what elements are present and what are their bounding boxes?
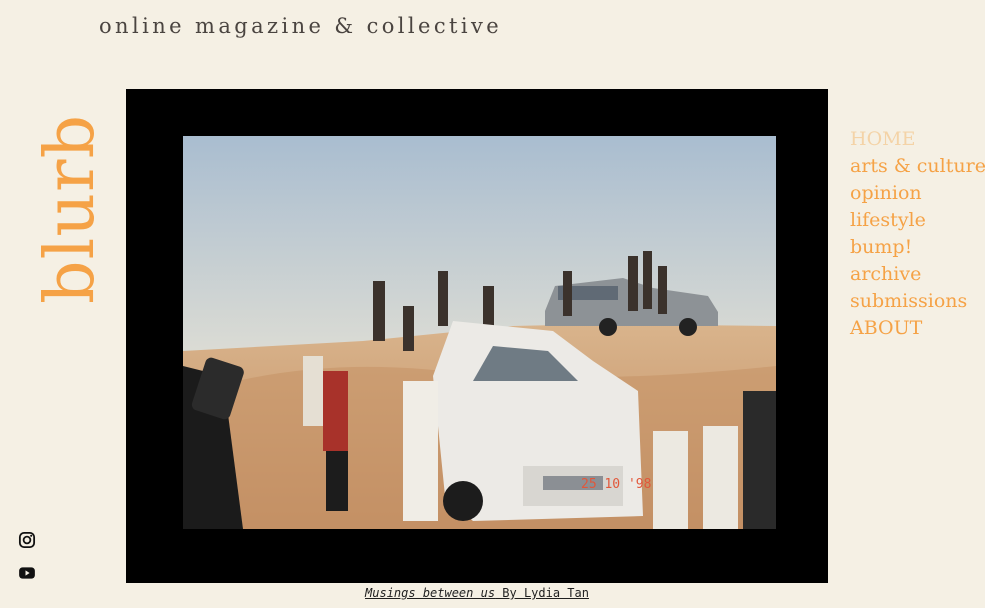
featured-photo[interactable]: 25 10 '98 [183, 136, 776, 529]
article-link[interactable]: Musings between us By Lydia Tan [365, 586, 589, 600]
nav-item-opinion[interactable]: opinion [850, 180, 985, 207]
site-tagline: online magazine & collective [99, 14, 503, 38]
photo-caption: Musings between us By Lydia Tan [126, 586, 828, 600]
site-logo[interactable]: blurb [31, 114, 110, 304]
photo-date-stamp: 25 10 '98 [581, 477, 651, 492]
nav-item-home[interactable]: HOME [850, 126, 985, 153]
featured-photo-frame[interactable]: 25 10 '98 [126, 89, 828, 583]
youtube-icon[interactable] [18, 564, 36, 582]
nav-item-archive[interactable]: archive [850, 261, 985, 288]
instagram-icon[interactable] [18, 531, 36, 549]
main-nav: HOME arts & culture opinion lifestyle bu… [850, 126, 985, 342]
nav-item-lifestyle[interactable]: lifestyle [850, 207, 985, 234]
nav-item-arts-culture[interactable]: arts & culture [850, 153, 985, 180]
nav-item-submissions[interactable]: submissions [850, 288, 985, 315]
article-byline[interactable]: By Lydia Tan [495, 586, 589, 600]
article-title[interactable]: Musings between us [365, 586, 495, 600]
logo-text: blurb [31, 113, 110, 305]
desert-scene-image: 25 10 '98 [183, 136, 776, 529]
nav-item-about[interactable]: ABOUT [850, 315, 985, 342]
nav-item-bump[interactable]: bump! [850, 234, 985, 261]
